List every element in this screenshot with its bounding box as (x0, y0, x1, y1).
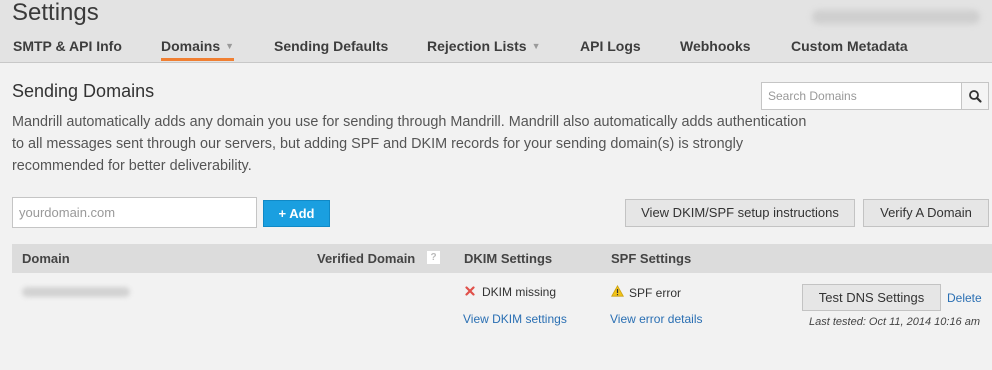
column-header-spf: SPF Settings (611, 251, 692, 266)
add-domain-button[interactable]: + Add (263, 200, 330, 227)
delete-link[interactable]: Delete (947, 291, 982, 305)
last-tested-text: Last tested: Oct 11, 2014 10:16 am (809, 316, 981, 328)
spf-status: SPF error (611, 284, 682, 300)
column-header-domain: Domain (22, 251, 70, 266)
domain-name (22, 287, 130, 297)
tab-smtp-api-info[interactable]: SMTP & API Info (13, 38, 122, 54)
x-icon (464, 285, 476, 299)
tab-sending-defaults[interactable]: Sending Defaults (274, 38, 388, 54)
dkim-status-text: DKIM missing (482, 285, 557, 299)
view-dkim-settings-link[interactable]: View DKIM settings (463, 312, 567, 326)
tab-label: Domains (161, 38, 221, 54)
tab-label: SMTP & API Info (13, 38, 122, 54)
column-header-verified: Verified Domain (317, 251, 416, 266)
table-row: DKIM missing View DKIM settings SPF erro… (12, 273, 992, 333)
test-dns-settings-button[interactable]: Test DNS Settings (802, 284, 941, 311)
spf-status-text: SPF error (629, 286, 682, 300)
section-description: Mandrill automatically adds any domain y… (12, 114, 807, 174)
view-error-details-link[interactable]: View error details (610, 312, 702, 326)
tab-webhooks[interactable]: Webhooks (680, 38, 751, 54)
tab-label: Rejection Lists (427, 38, 527, 54)
settings-header: Settings SMTP & API Info Domains ▼ Sendin… (0, 0, 992, 63)
domain-input[interactable] (12, 197, 257, 228)
account-menu[interactable] (812, 10, 980, 24)
search-icon (969, 90, 982, 103)
tab-rejection-lists[interactable]: Rejection Lists ▼ (427, 38, 541, 54)
warning-icon (611, 284, 624, 300)
search-button[interactable] (961, 83, 988, 109)
table-header: Domain Verified Domain ? DKIM Settings S… (12, 244, 992, 273)
tab-domains[interactable]: Domains ▼ (161, 38, 235, 61)
tab-label: API Logs (580, 38, 641, 54)
help-icon[interactable]: ? (427, 251, 440, 264)
chevron-down-icon: ▼ (531, 41, 541, 51)
tab-custom-metadata[interactable]: Custom Metadata (791, 38, 908, 54)
chevron-down-icon: ▼ (225, 41, 235, 51)
tab-api-logs[interactable]: API Logs (580, 38, 641, 54)
page-title: Settings (12, 0, 99, 26)
search-box (761, 82, 989, 110)
dkim-status: DKIM missing (464, 285, 556, 299)
column-header-dkim: DKIM Settings (464, 251, 553, 266)
tab-label: Webhooks (680, 38, 751, 54)
tab-label: Custom Metadata (791, 38, 908, 54)
search-input[interactable] (762, 83, 974, 109)
view-setup-instructions-button[interactable]: View DKIM/SPF setup instructions (625, 199, 855, 227)
section-heading: Sending Domains (12, 81, 155, 101)
verify-domain-button[interactable]: Verify A Domain (863, 199, 989, 227)
tab-label: Sending Defaults (274, 38, 389, 54)
